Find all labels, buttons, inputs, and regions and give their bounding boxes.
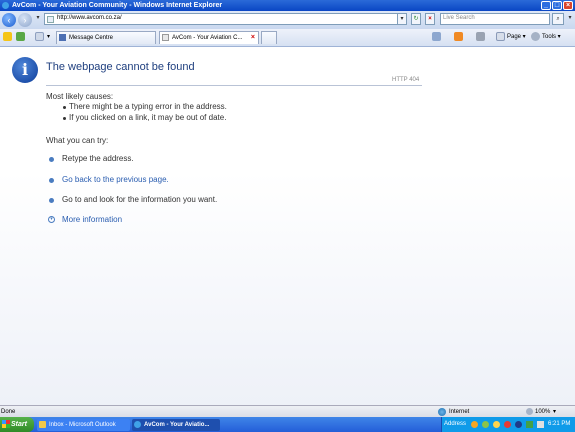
- cause-item: If you clicked on a link, it may be out …: [69, 113, 227, 122]
- bullet-dot: [63, 106, 66, 109]
- volume-icon[interactable]: [537, 421, 544, 428]
- system-tray: Address 6:21 PM: [441, 417, 575, 432]
- back-button[interactable]: ‹: [2, 13, 16, 27]
- search-options-dropdown[interactable]: ▾: [565, 13, 575, 25]
- action-go-to: Go to and look for the information you w…: [62, 195, 218, 204]
- recent-pages-dropdown[interactable]: ▾: [33, 13, 43, 25]
- home-icon[interactable]: [432, 32, 441, 41]
- start-label: Start: [11, 421, 27, 428]
- close-window-button[interactable]: ×: [563, 1, 573, 10]
- forward-button[interactable]: ›: [18, 13, 32, 27]
- maximize-button[interactable]: □: [552, 1, 562, 10]
- print-icon[interactable]: [476, 32, 485, 41]
- task-label: Inbox - Microsoft Outlook: [49, 422, 116, 428]
- info-icon: i: [12, 57, 38, 83]
- tab-label: AvCom - Your Aviation C...: [172, 35, 243, 41]
- cause-item: There might be a typing error in the add…: [69, 102, 227, 111]
- page-menu-icon[interactable]: [496, 32, 505, 41]
- page-title: The webpage cannot be found: [46, 61, 195, 73]
- causes-heading: Most likely causes:: [46, 92, 114, 101]
- stop-button[interactable]: ×: [425, 13, 435, 25]
- arrow-bullet-icon: [49, 178, 54, 183]
- divider: [46, 85, 422, 86]
- tray-icon[interactable]: [526, 421, 533, 428]
- add-favorites-icon[interactable]: [16, 32, 25, 41]
- taskbar-item-avcom[interactable]: AvCom - Your Aviatio...: [132, 419, 220, 431]
- page-content: i The webpage cannot be found HTTP 404 M…: [0, 47, 575, 405]
- address-field[interactable]: http://www.avcom.co.za/: [44, 13, 406, 25]
- quick-tabs-icon[interactable]: [35, 32, 44, 41]
- page-icon: [47, 16, 54, 23]
- page-menu-label: Page: [507, 34, 522, 40]
- task-label: AvCom - Your Aviatio...: [144, 422, 210, 428]
- arrow-bullet-icon: [49, 157, 54, 162]
- tab-message-centre[interactable]: Message Centre: [56, 31, 156, 44]
- address-row: ‹ › ▾ http://www.avcom.co.za/ ▾ ↻ × Live…: [0, 11, 575, 29]
- refresh-button[interactable]: ↻: [411, 13, 421, 25]
- favorites-star-icon[interactable]: [3, 32, 12, 41]
- address-dropdown-button[interactable]: ▾: [397, 13, 407, 25]
- action-retype: Retype the address.: [62, 154, 134, 163]
- globe-icon: [438, 408, 446, 416]
- page-menu-button[interactable]: Page ▾: [507, 31, 526, 44]
- tray-icon[interactable]: [471, 421, 478, 428]
- tray-icon[interactable]: [504, 421, 511, 428]
- taskbar-item-outlook[interactable]: Inbox - Microsoft Outlook: [37, 419, 130, 431]
- start-button[interactable]: Start: [0, 417, 34, 432]
- address-url[interactable]: http://www.avcom.co.za/: [57, 15, 122, 21]
- more-information-link[interactable]: More information: [62, 215, 122, 224]
- zoom-icon: [526, 408, 533, 415]
- page-icon: [162, 34, 169, 41]
- tab-row: ▾ Message Centre AvCom - Your Aviation C…: [0, 29, 575, 47]
- gear-icon[interactable]: [531, 32, 540, 41]
- arrow-bullet-icon: [49, 198, 54, 203]
- search-icon[interactable]: ⌕: [552, 13, 564, 25]
- msn-icon: [59, 34, 66, 41]
- search-field[interactable]: Live Search: [440, 13, 550, 25]
- error-code: HTTP 404: [392, 77, 420, 83]
- tab-label: Message Centre: [69, 35, 114, 41]
- search-placeholder: Live Search: [443, 15, 475, 21]
- try-heading: What you can try:: [46, 136, 109, 145]
- tab-list-dropdown[interactable]: ▾: [47, 31, 50, 44]
- tray-icon[interactable]: [482, 421, 489, 428]
- tray-icon[interactable]: [515, 421, 522, 428]
- windows-logo-icon: [2, 420, 10, 428]
- ie-icon: [134, 421, 141, 428]
- outlook-icon: [39, 421, 46, 428]
- clock: 6:21 PM: [548, 421, 571, 427]
- taskbar: Start Inbox - Microsoft Outlook AvCom - …: [0, 417, 575, 432]
- tools-menu-button[interactable]: Tools ▾: [542, 31, 561, 44]
- tools-menu-label: Tools: [542, 34, 557, 40]
- bullet-dot: [63, 117, 66, 120]
- new-tab-button[interactable]: [261, 31, 277, 44]
- address-toolbar-label[interactable]: Address: [444, 417, 466, 432]
- title-bar[interactable]: AvCom - Your Aviation Community - Window…: [0, 0, 575, 11]
- close-tab-icon[interactable]: ×: [251, 32, 255, 44]
- go-back-link[interactable]: Go back to the previous page.: [62, 175, 169, 184]
- ie-icon: [2, 2, 9, 9]
- window-title: AvCom - Your Aviation Community - Window…: [12, 2, 223, 9]
- feeds-icon[interactable]: [454, 32, 463, 41]
- expand-icon[interactable]: ▾: [48, 216, 55, 223]
- tray-icon[interactable]: [493, 421, 500, 428]
- tab-avcom[interactable]: AvCom - Your Aviation C... ×: [159, 31, 259, 44]
- minimize-button[interactable]: _: [541, 1, 551, 10]
